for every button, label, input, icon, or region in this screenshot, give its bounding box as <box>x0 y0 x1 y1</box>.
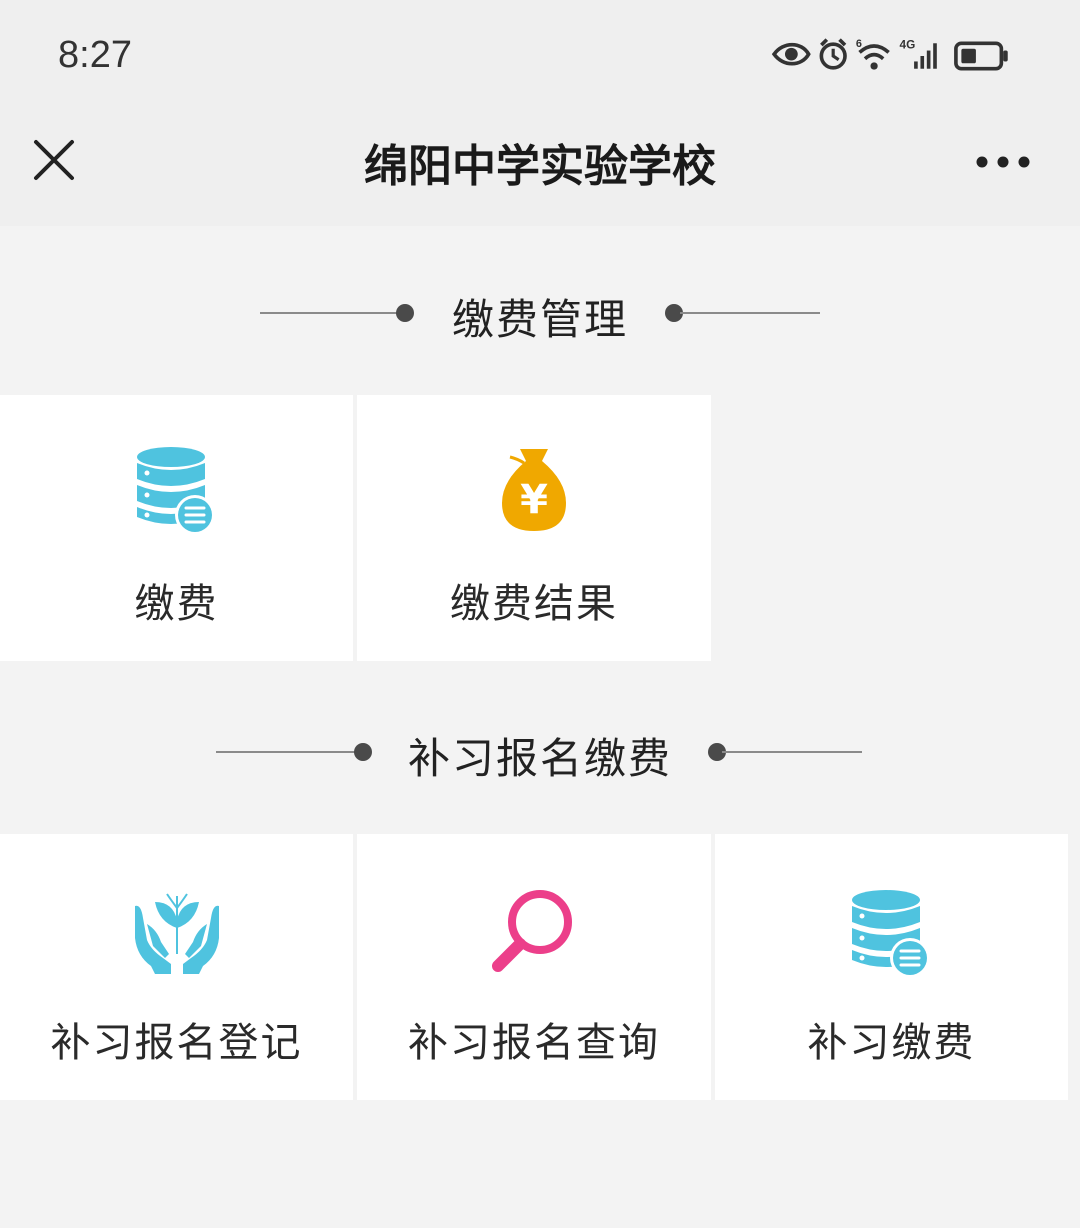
tile-payment-result[interactable]: ¥ 缴费结果 <box>357 395 711 661</box>
tile-tutoring-query[interactable]: 补习报名查询 <box>357 834 711 1100</box>
divider-line <box>722 751 862 753</box>
status-time: 8:27 <box>58 34 132 76</box>
section-title: 补习报名缴费 <box>407 734 672 783</box>
status-bar: 8:27 6 4G <box>0 0 1080 110</box>
hands-plant-icon <box>134 893 219 974</box>
yen-symbol: ¥ <box>520 477 548 523</box>
more-button[interactable] <box>970 140 1036 184</box>
section-header-tutoring: 补习报名缴费 <box>0 717 1080 787</box>
tile-tutoring-payment[interactable]: 补习缴费 <box>715 834 1068 1100</box>
money-bag-yen-icon: ¥ <box>502 449 566 531</box>
status-icons: 6 4G <box>771 38 1008 71</box>
divider-line <box>680 312 820 314</box>
tile-tutoring-register[interactable]: 补习报名登记 <box>0 834 353 1100</box>
tile-label: 补习报名登记 <box>50 1020 303 1066</box>
nav-bar: 绵阳中学实验学校 <box>0 110 1080 226</box>
eye-icon <box>771 42 811 66</box>
tile-label: 补习报名查询 <box>408 1020 660 1066</box>
database-list-icon <box>851 890 930 978</box>
tile-label: 缴费结果 <box>450 581 618 627</box>
signal-4g-icon: 4G <box>900 38 937 69</box>
more-icon <box>976 156 1030 168</box>
network-label: 4G <box>900 38 916 52</box>
search-icon <box>492 890 572 972</box>
battery-icon <box>954 41 1008 71</box>
tile-label: 缴费 <box>134 581 219 627</box>
tile-label: 补习缴费 <box>807 1020 976 1066</box>
tile-payment[interactable]: 缴费 <box>0 395 353 661</box>
page-title: 绵阳中学实验学校 <box>364 141 716 192</box>
alarm-icon <box>819 38 847 70</box>
database-list-icon <box>136 447 215 535</box>
section-header-payment: 缴费管理 <box>0 278 1080 348</box>
wifi-icon: 6 <box>856 38 890 70</box>
wifi-label: 6 <box>856 38 862 50</box>
section-title: 缴费管理 <box>451 295 628 344</box>
